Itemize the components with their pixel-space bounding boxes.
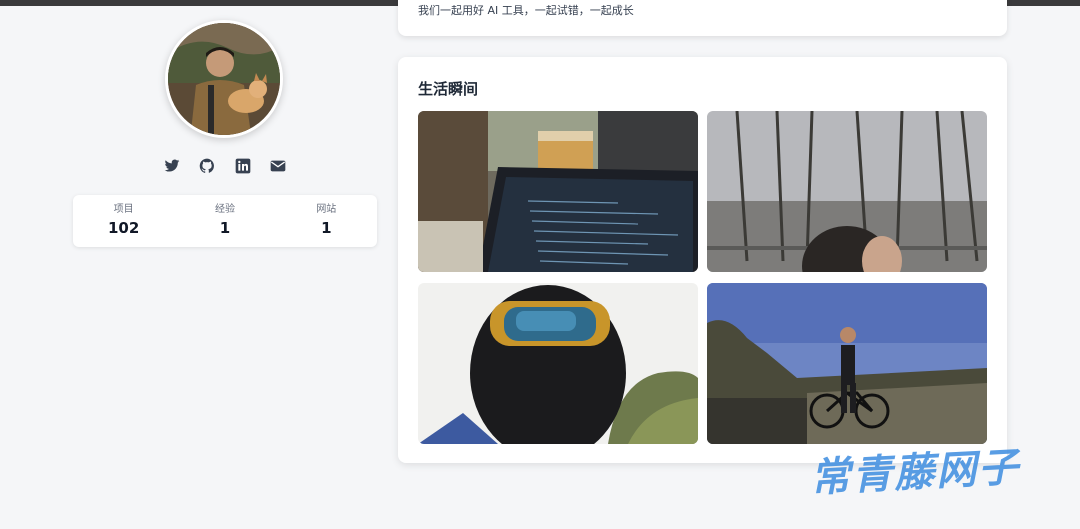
linkedin-icon[interactable] bbox=[234, 157, 252, 175]
twitter-icon[interactable] bbox=[163, 157, 181, 175]
watermark-text: 常青藤网子 bbox=[809, 444, 1022, 502]
photo-trees[interactable] bbox=[707, 111, 987, 272]
section-title: 生活瞬间 bbox=[418, 80, 479, 98]
stats-card: 项目 102 经验 1 网站 1 bbox=[73, 195, 377, 247]
stat-label: 网站 bbox=[316, 204, 337, 215]
stat-projects: 项目 102 bbox=[79, 204, 169, 238]
avatar bbox=[165, 20, 283, 138]
stat-value: 102 bbox=[108, 219, 140, 237]
email-icon[interactable] bbox=[269, 157, 287, 175]
stat-label: 经验 bbox=[214, 204, 235, 215]
stat-value: 1 bbox=[321, 219, 332, 237]
life-moments-card: 生活瞬间 bbox=[398, 57, 1007, 463]
stat-label: 项目 bbox=[113, 204, 134, 215]
github-icon[interactable] bbox=[198, 157, 216, 175]
stat-experience: 经验 1 bbox=[180, 204, 270, 238]
photo-bicycle[interactable] bbox=[707, 283, 987, 444]
social-links bbox=[163, 157, 287, 177]
intro-card: 我们一起用好 AI 工具，一起试错，一起成长 bbox=[398, 0, 1007, 36]
intro-text: 我们一起用好 AI 工具，一起试错，一起成长 bbox=[418, 4, 634, 17]
avatar-photo bbox=[168, 23, 280, 135]
stat-websites: 网站 1 bbox=[281, 204, 371, 238]
photo-helmet[interactable] bbox=[418, 283, 698, 444]
stat-value: 1 bbox=[219, 219, 231, 237]
photo-laptop[interactable] bbox=[418, 111, 698, 272]
